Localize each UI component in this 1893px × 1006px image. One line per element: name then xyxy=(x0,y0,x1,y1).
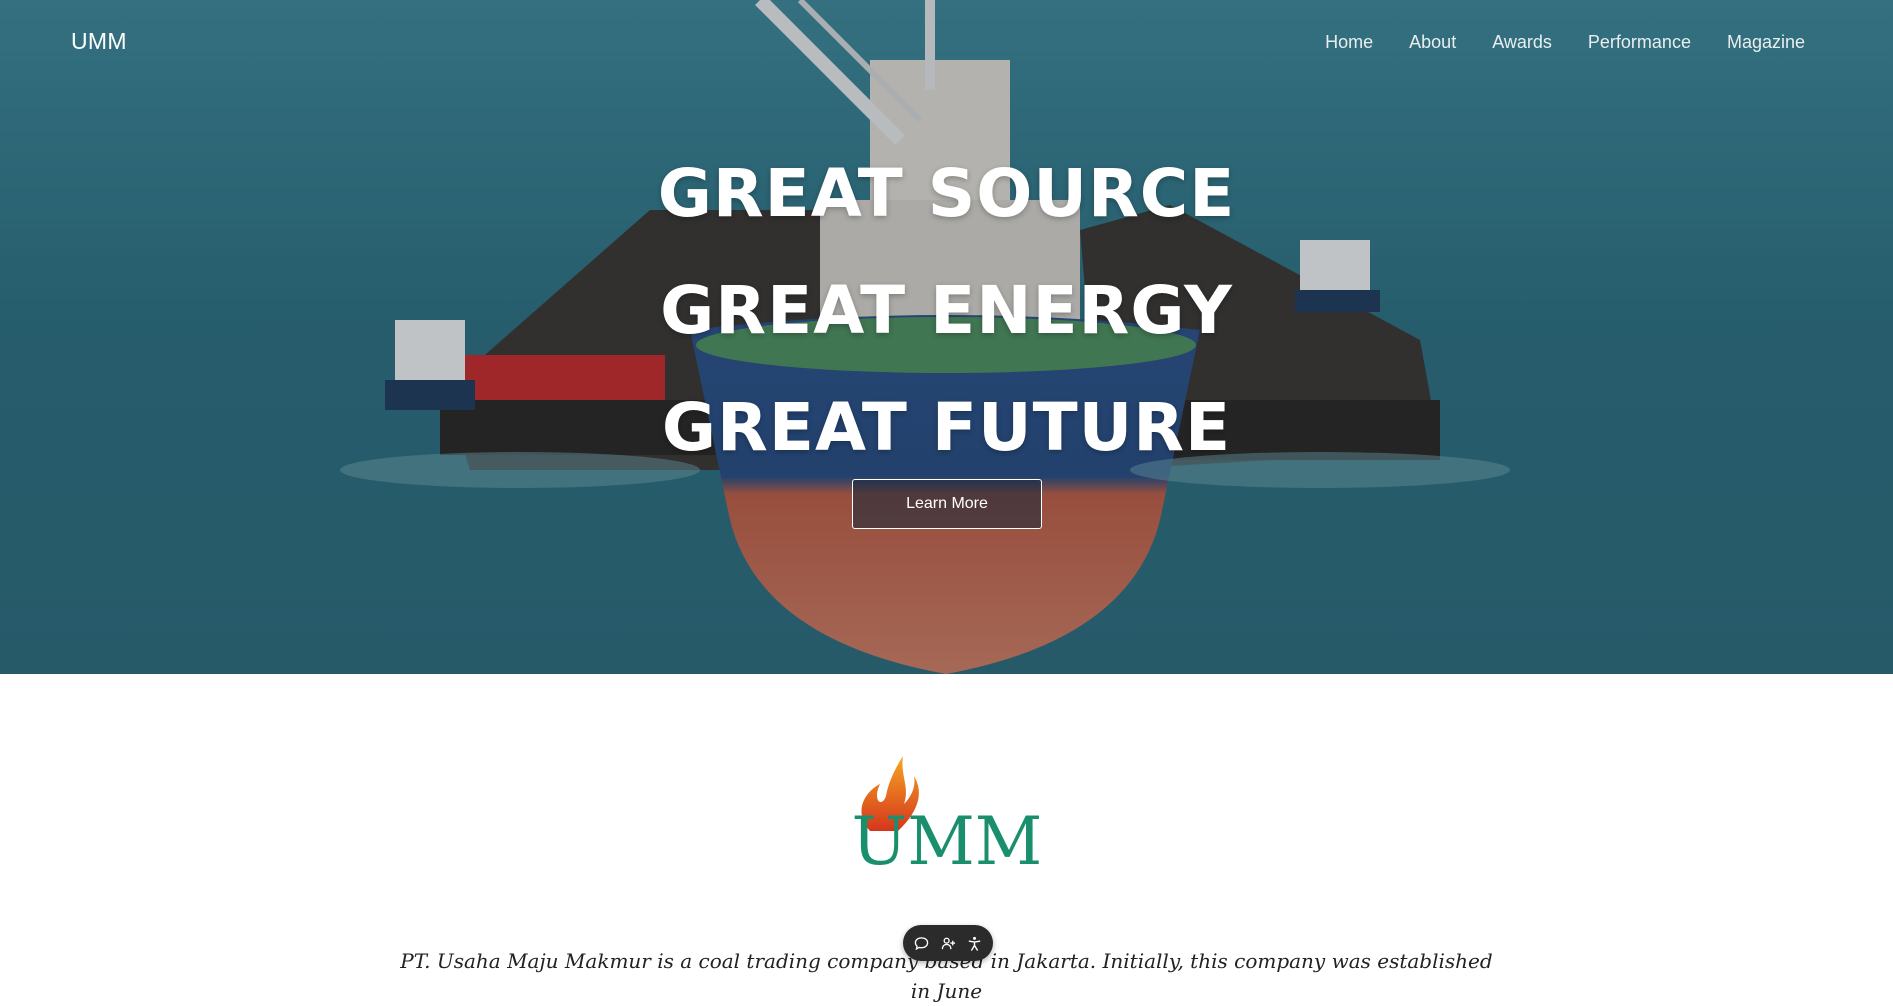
nav-link-awards[interactable]: Awards xyxy=(1492,32,1552,53)
add-user-icon[interactable] xyxy=(940,935,956,951)
nav-links: Home About Awards Performance Magazine xyxy=(1325,32,1805,53)
hero-headline: GREAT SOURCE GREAT ENERGY GREAT FUTURE xyxy=(0,135,1893,486)
learn-more-button[interactable]: Learn More xyxy=(852,479,1042,529)
nav-link-magazine[interactable]: Magazine xyxy=(1727,32,1805,53)
umm-logo: UMM xyxy=(852,756,1043,866)
chat-icon[interactable] xyxy=(914,935,930,951)
brand-logo-text[interactable]: UMM xyxy=(71,28,127,55)
headline-line-3: GREAT FUTURE xyxy=(661,389,1232,466)
accessibility-icon[interactable] xyxy=(967,935,983,951)
nav-link-about[interactable]: About xyxy=(1409,32,1456,53)
nav-link-home[interactable]: Home xyxy=(1325,32,1373,53)
top-navbar: UMM Home About Awards Performance Magazi… xyxy=(0,0,1893,86)
logo-lettering: UMM xyxy=(852,803,1043,866)
hero-section: UMM Home About Awards Performance Magazi… xyxy=(0,0,1893,674)
headline-line-1: GREAT SOURCE xyxy=(657,155,1236,232)
nav-link-performance[interactable]: Performance xyxy=(1588,32,1691,53)
floating-toolbar xyxy=(903,925,993,961)
headline-line-2: GREAT ENERGY xyxy=(660,272,1233,349)
